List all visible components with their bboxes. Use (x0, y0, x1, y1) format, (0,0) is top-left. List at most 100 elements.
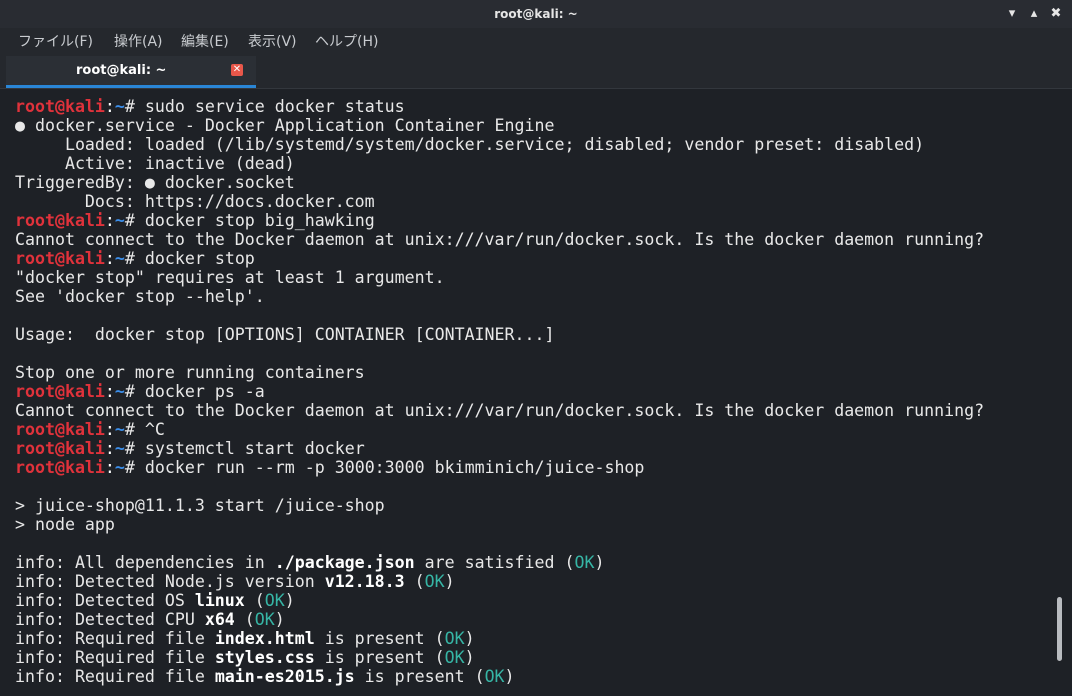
terminal-text-ok: OK (444, 629, 465, 648)
terminal-line: info: Detected CPU x64 (OK) (15, 610, 984, 629)
minimize-icon[interactable]: ▾ (1002, 4, 1022, 24)
terminal-line: See 'docker stop --help'. (15, 287, 984, 306)
terminal-text-plain: Active: inactive (dead) (15, 154, 295, 173)
terminal-text-plain: # sudo service docker status (124, 97, 405, 116)
terminal-text-ok: OK (254, 610, 275, 629)
terminal-text-prompt-path: ~ (114, 382, 125, 401)
terminal-text-plain: ) (464, 629, 475, 648)
close-window-icon[interactable]: ✖ (1046, 4, 1066, 24)
terminal-text-prompt-sep: : (104, 211, 115, 230)
terminal-text-plain: > juice-shop@11.1.3 start /juice-shop (15, 496, 385, 515)
terminal-line: Cannot connect to the Docker daemon at u… (15, 230, 984, 249)
menu-bar: ファイル(F) 操作(A) 編集(E) 表示(V) ヘルプ(H) (0, 28, 1072, 56)
terminal-line: Cannot connect to the Docker daemon at u… (15, 401, 984, 420)
terminal-text-bold: main-es2015.js (214, 667, 355, 686)
terminal-text-prompt-user: root@kali (15, 211, 105, 230)
scrollbar-thumb[interactable] (1057, 597, 1062, 661)
terminal-line: root@kali:~# ^C (15, 420, 984, 439)
terminal-line: info: Required file main-es2015.js is pr… (15, 667, 984, 686)
terminal-text-plain: Stop one or more running containers (15, 363, 365, 382)
terminal-text-prompt-path: ~ (114, 249, 125, 268)
terminal-line: ● docker.service - Docker Application Co… (15, 116, 984, 135)
terminal-line: Stop one or more running containers (15, 363, 984, 382)
terminal-line: Docs: https://docs.docker.com (15, 192, 984, 211)
terminal-text-plain: # docker run --rm -p 3000:3000 bkimminic… (124, 458, 645, 477)
terminal-text-plain: > node app (15, 515, 115, 534)
menu-view[interactable]: 表示(V) (246, 32, 299, 52)
terminal-output[interactable]: root@kali:~# sudo service docker status ●… (0, 88, 1072, 696)
terminal-text-prompt-user: root@kali (15, 382, 105, 401)
terminal-text-plain: Cannot connect to the Docker daemon at u… (15, 401, 985, 420)
terminal-text-plain: info: Required file (15, 648, 215, 667)
terminal-text-prompt-user: root@kali (15, 420, 105, 439)
terminal-text-bold: index.html (214, 629, 315, 648)
terminal-text-prompt-path: ~ (114, 211, 125, 230)
terminal-text-prompt-user: root@kali (15, 458, 105, 477)
terminal-text-ok: OK (444, 648, 465, 667)
terminal-line: info: All dependencies in ./package.json… (15, 553, 984, 572)
terminal-text-prompt-path: ~ (114, 458, 125, 477)
terminal-text-ok: OK (264, 591, 285, 610)
tab-bar: root@kali: ~ ✕ (0, 56, 1072, 88)
terminal-line: info: Required file index.html is presen… (15, 629, 984, 648)
maximize-icon[interactable]: ▴ (1024, 4, 1044, 24)
menu-edit[interactable]: 編集(E) (179, 32, 231, 52)
terminal-text-prompt-user: root@kali (15, 249, 105, 268)
terminal-text-bold: v12.18.3 (324, 572, 405, 591)
terminal-text-prompt-sep: : (104, 249, 115, 268)
terminal-line: Active: inactive (dead) (15, 154, 984, 173)
terminal-text-bold: x64 (204, 610, 235, 629)
terminal-text-plain: # docker stop big_hawking (124, 211, 375, 230)
terminal-text-prompt-sep: : (104, 97, 115, 116)
menu-file[interactable]: ファイル(F) (16, 32, 95, 52)
terminal-line: info: Required file styles.css is presen… (15, 648, 984, 667)
window-title: root@kali: ~ (494, 7, 578, 21)
title-bar[interactable]: root@kali: ~ ▾ ▴ ■ ✖ (0, 0, 1072, 28)
terminal-text-plain: ( (404, 572, 425, 591)
terminal-text-prompt-sep: : (104, 420, 115, 439)
terminal-text-bold: styles.css (214, 648, 315, 667)
terminal-window: root@kali: ~ ▾ ▴ ■ ✖ ファイル(F) 操作(A) 編集(E)… (0, 0, 1072, 696)
terminal-text-plain: info: Required file (15, 629, 215, 648)
menu-help[interactable]: ヘルプ(H) (313, 32, 380, 52)
terminal-line: root@kali:~# docker ps -a (15, 382, 984, 401)
terminal-text-plain: "docker stop" requires at least 1 argume… (15, 268, 445, 287)
terminal-text-plain: ) (284, 591, 295, 610)
terminal-text-prompt-path: ~ (114, 420, 125, 439)
terminal-text-prompt-sep: : (104, 439, 115, 458)
terminal-text-plain: See 'docker stop --help'. (15, 287, 265, 306)
terminal-text-plain: ) (504, 667, 515, 686)
terminal-text-prompt-user: root@kali (15, 439, 105, 458)
tab-label: root@kali: ~ (76, 63, 167, 78)
terminal-text-prompt-sep: : (104, 382, 115, 401)
terminal-text-plain: ( (244, 591, 265, 610)
tab-terminal[interactable]: root@kali: ~ ✕ (6, 56, 256, 88)
terminal-line: > node app (15, 515, 984, 534)
terminal-line: Usage: docker stop [OPTIONS] CONTAINER [… (15, 325, 984, 344)
close-icon[interactable]: ✕ (231, 64, 243, 76)
terminal-line: info: Detected Node.js version v12.18.3 … (15, 572, 984, 591)
terminal-text-plain: info: Detected Node.js version (15, 572, 325, 591)
terminal-text-plain: info: Detected OS (15, 591, 195, 610)
terminal-text-plain: Docs: https://docs.docker.com (15, 192, 375, 211)
terminal-text-plain: # systemctl start docker (124, 439, 365, 458)
terminal-text-bold: ./package.json (274, 553, 415, 572)
terminal-text-plain: ) (274, 610, 285, 629)
terminal-text-plain: TriggeredBy: ● docker.socket (15, 173, 295, 192)
menu-action[interactable]: 操作(A) (112, 32, 165, 52)
terminal-line: info: Detected OS linux (OK) (15, 591, 984, 610)
terminal-text-plain: Usage: docker stop [OPTIONS] CONTAINER [… (15, 325, 555, 344)
terminal-text-plain: info: All dependencies in (15, 553, 275, 572)
terminal-text-ok: OK (484, 667, 505, 686)
terminal-text-prompt-sep: : (104, 458, 115, 477)
terminal-text-plain: is present ( (354, 667, 485, 686)
terminal-text-plain: # ^C (124, 420, 165, 439)
terminal-text-prompt-path: ~ (114, 439, 125, 458)
terminal-line: TriggeredBy: ● docker.socket (15, 173, 984, 192)
terminal-line: root@kali:~# docker stop (15, 249, 984, 268)
terminal-text-plain: is present ( (314, 648, 445, 667)
